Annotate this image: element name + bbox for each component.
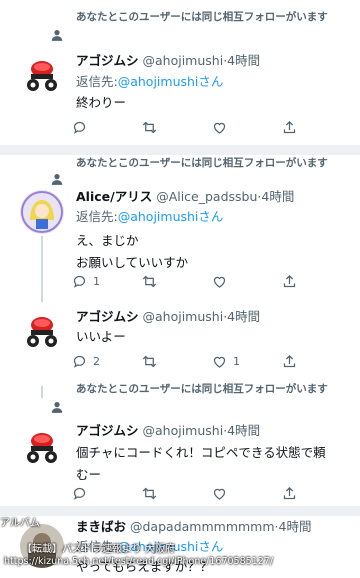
- avatar[interactable]: [20, 426, 64, 470]
- reply-button[interactable]: 2: [72, 352, 100, 370]
- user-handle[interactable]: @Alice_padssbu: [156, 189, 257, 204]
- reply-icon: [73, 121, 86, 134]
- display-name[interactable]: アゴジムシ: [76, 53, 139, 68]
- avatar[interactable]: [20, 310, 64, 354]
- display-name[interactable]: アゴジムシ: [76, 309, 139, 324]
- retweet-icon: [142, 275, 157, 287]
- like-icon: [213, 488, 226, 500]
- watermark-album: アルバム: [0, 518, 40, 529]
- tweet-header: アゴジムシ @ahojimushi·4時間: [76, 52, 260, 70]
- mutual-follow-context: あなたとこのユーザーには同じ相互フォローがいます: [76, 383, 328, 395]
- share-icon: [283, 274, 296, 287]
- thread-line: [41, 386, 43, 398]
- retweet-icon: [142, 487, 157, 499]
- display-name[interactable]: Alice/アリス: [76, 189, 152, 204]
- person-icon: [51, 30, 63, 41]
- tweet-header: アゴジムシ @ahojimushi·4時間: [76, 422, 260, 440]
- reply-button[interactable]: [72, 118, 93, 136]
- replying-to: 返信先:@ahojimushiさん: [76, 209, 224, 224]
- reply-to-handle[interactable]: @ahojimushi: [118, 74, 199, 89]
- user-handle[interactable]: @ahojimushi: [143, 423, 224, 438]
- retweet-button[interactable]: [142, 272, 163, 290]
- tweet-actions: [72, 484, 302, 502]
- reply-icon: [73, 275, 86, 288]
- timestamp[interactable]: ·4時間: [223, 423, 260, 438]
- tweet-actions: [72, 118, 302, 136]
- tweet-text: え、まじか お願いしていいすか: [76, 233, 189, 270]
- like-button[interactable]: [212, 118, 233, 136]
- user-handle[interactable]: @ahojimushi: [143, 309, 224, 324]
- avatar[interactable]: [20, 54, 64, 98]
- timestamp[interactable]: ·4時間: [257, 189, 294, 204]
- retweet-button[interactable]: [142, 352, 163, 370]
- watermark-source: 【転載】パズドラ速報より 大阪府: [22, 544, 175, 555]
- display-name[interactable]: アゴジムシ: [76, 423, 139, 438]
- timestamp[interactable]: ·4時間: [223, 309, 260, 324]
- reply-button[interactable]: [72, 484, 93, 502]
- tweet-header: アゴジムシ @ahojimushi·4時間: [76, 308, 260, 326]
- like-button[interactable]: [212, 272, 233, 290]
- person-icon: [51, 402, 63, 413]
- like-icon: [213, 276, 226, 288]
- tweet-text: 個チャにコードくれ！コピペできる状態で頼 むー: [76, 445, 326, 482]
- like-icon: [213, 356, 226, 368]
- share-icon: [283, 354, 296, 367]
- share-button[interactable]: [282, 118, 297, 136]
- tweet-actions: 2 1: [72, 352, 302, 370]
- share-icon: [283, 486, 296, 499]
- watermark-url: https://kizuna.5ch.net/test/read.cgi/iPh…: [4, 556, 274, 567]
- tweet-text: いいよー: [76, 329, 126, 344]
- tweet-header: Alice/アリス @Alice_padssbu·4時間: [76, 188, 294, 206]
- person-icon: [51, 174, 63, 185]
- tweet-actions: 1: [72, 272, 302, 290]
- share-icon: [283, 120, 296, 133]
- reply-icon: [73, 355, 86, 368]
- replying-to: 返信先:@ahojimushiさん: [76, 74, 224, 89]
- mutual-follow-context: あなたとこのユーザーには同じ相互フォローがいます: [76, 157, 328, 169]
- share-button[interactable]: [282, 484, 297, 502]
- tweet-text: 終わりー: [76, 95, 127, 110]
- separator: [0, 506, 360, 516]
- share-button[interactable]: [282, 272, 297, 290]
- avatar[interactable]: [20, 190, 64, 234]
- separator: [0, 145, 360, 155]
- share-button[interactable]: [282, 352, 297, 370]
- mutual-follow-context: あなたとこのユーザーには同じ相互フォローがいます: [76, 11, 328, 23]
- like-button[interactable]: 1: [212, 352, 240, 370]
- retweet-button[interactable]: [142, 118, 163, 136]
- reply-icon: [73, 487, 86, 500]
- retweet-icon: [142, 355, 157, 367]
- reply-to-handle[interactable]: @ahojimushi: [118, 209, 199, 224]
- timestamp[interactable]: ·4時間: [223, 53, 260, 68]
- reply-button[interactable]: 1: [72, 272, 100, 290]
- like-button[interactable]: [212, 484, 233, 502]
- thread-line: [41, 236, 43, 302]
- like-icon: [213, 122, 226, 134]
- retweet-icon: [142, 121, 157, 133]
- user-handle[interactable]: @ahojimushi: [143, 53, 224, 68]
- retweet-button[interactable]: [142, 484, 163, 502]
